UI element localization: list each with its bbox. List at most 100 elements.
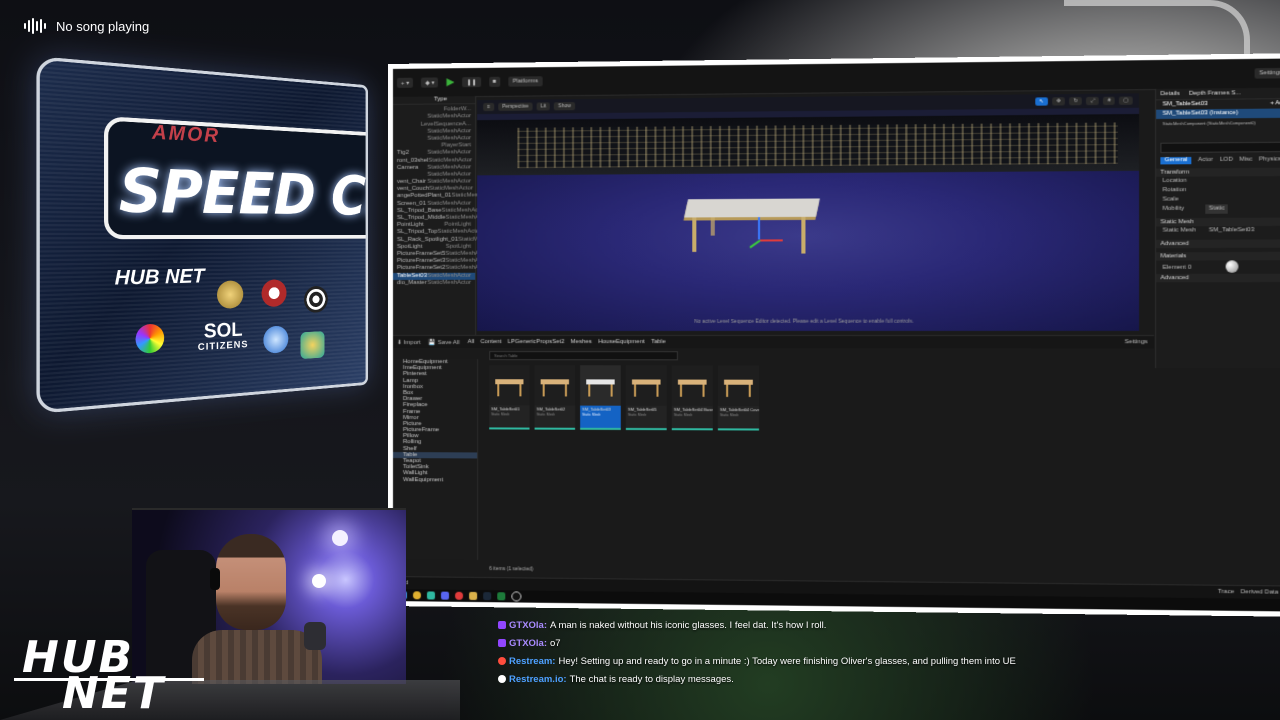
content-search-input[interactable]: Search Table	[489, 351, 678, 360]
breadcrumb-item[interactable]: All	[468, 339, 475, 345]
table-thumbnail-leg	[703, 385, 705, 397]
details-filter-tab[interactable]: Actor	[1198, 157, 1213, 163]
breadcrumb-item[interactable]: Meshes	[571, 339, 592, 345]
asset-grid: SM_TableSet01 Static Mesh SM_TableSet02 Sta…	[489, 365, 759, 430]
perspective-button[interactable]: Perspective	[498, 103, 532, 111]
content-settings-button[interactable]: Settings	[1125, 339, 1148, 345]
excel-icon[interactable]	[497, 592, 505, 600]
chat-username: Restream.io:	[509, 674, 567, 685]
toolbar-add-button[interactable]: + ▾	[397, 78, 413, 88]
toolbar-mode-button[interactable]: ◆ ▾	[421, 77, 438, 87]
hubnet-overlay-logo: HUB NET	[22, 640, 165, 712]
component-row[interactable]: StaticMeshComponent (StaticMeshComponent…	[1156, 118, 1280, 129]
import-label: Import	[404, 340, 421, 346]
outliner-row-name: SL_Tripod_Middle	[397, 215, 446, 222]
discord-icon[interactable]	[441, 592, 449, 600]
folder-tree-item[interactable]: WallEquipment	[393, 477, 477, 484]
type-column-header[interactable]: Type	[434, 96, 475, 104]
material-sphere-icon[interactable]	[1225, 260, 1238, 272]
details-filter-tab[interactable]: Physics	[1259, 156, 1280, 162]
chat-message: Restream.io: The chat is ready to display…	[498, 670, 1118, 688]
outliner-row-name: PictureFrameSet2	[397, 265, 445, 272]
outliner-row-name: TableSet03	[397, 272, 427, 279]
red-badge-icon	[262, 279, 287, 307]
file-explorer-icon[interactable]	[469, 592, 477, 600]
trace-label[interactable]: Trace	[1218, 589, 1234, 595]
unreal-icon[interactable]	[511, 591, 521, 601]
static-mesh-value[interactable]: SM_TableSet03	[1209, 226, 1254, 236]
gizmo-x-axis[interactable]	[760, 239, 783, 241]
record-icon[interactable]	[455, 592, 463, 600]
world-outliner: Type FolderW... StaticMeshActor LevelSeque…	[393, 96, 476, 335]
show-button[interactable]: Show	[554, 102, 575, 110]
save-all-label: Save All	[438, 340, 460, 346]
asset-type: Static Mesh	[718, 413, 759, 417]
import-button[interactable]: ⬇ Import	[397, 339, 421, 346]
asset-tile[interactable]: SM_TableSet04 Base Static Mesh	[672, 365, 713, 430]
maximize-icon[interactable]: ▢	[1119, 96, 1133, 104]
advanced-section-2[interactable]: Advanced	[1156, 274, 1280, 283]
twitch-icon	[498, 639, 506, 647]
select-mode-icon[interactable]: ↖	[1035, 97, 1048, 105]
grid-snap-icon[interactable]: #	[1103, 97, 1114, 105]
advanced-section[interactable]: Advanced	[1156, 239, 1280, 248]
shield-icon	[301, 331, 325, 359]
details-filter-tab[interactable]: Misc	[1239, 157, 1252, 163]
outliner-row-type: StaticMeshActor	[427, 279, 475, 286]
asset-tile[interactable]: SM_TableSet05 Static Mesh	[626, 365, 667, 430]
lamp-light	[332, 530, 348, 546]
asset-thumbnail	[489, 365, 529, 405]
headset	[210, 568, 220, 590]
steam-icon[interactable]	[483, 592, 491, 600]
mobility-value[interactable]: Static	[1206, 204, 1229, 213]
save-all-button[interactable]: 💾 Save All	[429, 339, 460, 346]
element-label: Element 0	[1163, 264, 1192, 270]
stop-button[interactable]: ■	[489, 77, 501, 87]
static-mesh-label: Static Mesh	[1163, 226, 1196, 235]
sequencer-message: No active Level Sequence Editor detected…	[477, 318, 1139, 324]
chrome-icon[interactable]	[413, 591, 421, 599]
asset-thumbnail	[580, 365, 621, 405]
lit-button[interactable]: Lit	[537, 102, 550, 110]
table-thumbnail-leg	[680, 385, 682, 397]
translate-icon[interactable]: ✥	[1052, 97, 1065, 105]
gizmo-z-axis[interactable]	[758, 217, 760, 239]
details-tab[interactable]: Details	[1160, 91, 1180, 97]
asset-type: Static Mesh	[580, 413, 621, 417]
depth-frames-tab[interactable]: Depth Frames S...	[1189, 90, 1241, 97]
breadcrumb-item[interactable]: LPGenericPropsSet2	[508, 339, 565, 345]
table-mesh[interactable]	[684, 198, 820, 217]
asset-tile[interactable]: SM_TableSet04 Cover Static Mesh	[718, 365, 759, 430]
details-filter-tab[interactable]: General	[1160, 157, 1191, 164]
app-icon[interactable]	[427, 591, 435, 599]
table-thumbnail-leg	[656, 385, 658, 397]
level-viewport[interactable]: ≡ Perspective Lit Show ↖ ✥ ↻ ⤢ # ▢ No ac…	[477, 93, 1139, 331]
streamer-head	[216, 534, 286, 630]
outliner-row[interactable]: dio_Master StaticMeshActor	[393, 279, 475, 286]
asset-type: Static Mesh	[489, 412, 529, 416]
add-component-button[interactable]: + Add	[1270, 99, 1280, 109]
breadcrumb-item[interactable]: Table	[651, 339, 666, 345]
details-search-input[interactable]	[1160, 142, 1280, 153]
outliner-rows: FolderW... StaticMeshActor LevelSequenceA.…	[393, 106, 475, 287]
settings-button[interactable]: Settings	[1255, 68, 1280, 79]
derived-data-label[interactable]: Derived Data	[1241, 589, 1279, 596]
asset-tile[interactable]: SM_TableSet03 Static Mesh	[580, 365, 621, 430]
asset-tile[interactable]: SM_TableSet02 Static Mesh	[535, 365, 575, 430]
pause-button[interactable]: ❚❚	[463, 77, 481, 87]
scale-icon[interactable]: ⤢	[1087, 97, 1100, 105]
viewport-menu-button[interactable]: ≡	[483, 103, 494, 111]
breadcrumb-item[interactable]: Content	[480, 339, 501, 345]
play-icon[interactable]	[446, 78, 454, 86]
table-thumbnail-leg	[726, 385, 728, 397]
platforms-button[interactable]: Platforms	[509, 76, 543, 86]
table-thumbnail-leg	[565, 384, 567, 396]
details-filter-tab[interactable]: LOD	[1220, 157, 1233, 163]
hubnet-line-2: NET	[62, 676, 165, 712]
citizens-text: CITIZENS	[198, 337, 249, 356]
asset-tile[interactable]: SM_TableSet01 Static Mesh	[489, 365, 529, 429]
sol-citizens-logo: SOL CITIZENS	[198, 322, 249, 357]
rotate-icon[interactable]: ↻	[1069, 97, 1082, 105]
breadcrumb-item[interactable]: HouseEquipment	[598, 339, 645, 345]
outliner-row-type: SpotLight	[446, 243, 475, 250]
